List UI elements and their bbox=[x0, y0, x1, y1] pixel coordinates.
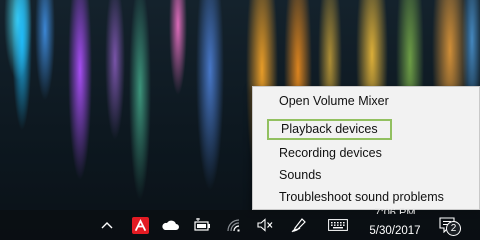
desktop: Open Volume Mixer Playback devices Recor… bbox=[0, 0, 480, 240]
menu-item-playback-devices[interactable]: Playback devices bbox=[267, 119, 392, 140]
network-wifi-icon[interactable] bbox=[225, 210, 243, 240]
clock-time[interactable]: 7:06 PM bbox=[373, 207, 417, 214]
volume-muted-icon[interactable] bbox=[255, 210, 275, 240]
clock-date[interactable]: 5/30/2017 bbox=[364, 224, 426, 238]
menu-item-open-volume-mixer[interactable]: Open Volume Mixer bbox=[267, 91, 401, 112]
touch-keyboard-icon[interactable] bbox=[327, 210, 349, 240]
volume-context-menu: Open Volume Mixer Playback devices Recor… bbox=[252, 86, 480, 210]
avira-antivirus-icon[interactable] bbox=[131, 210, 149, 240]
battery-power-icon[interactable] bbox=[192, 210, 212, 240]
notification-count-badge: 2 bbox=[446, 221, 461, 236]
onedrive-cloud-icon[interactable] bbox=[160, 210, 180, 240]
menu-item-sounds[interactable]: Sounds bbox=[267, 165, 333, 186]
menu-item-troubleshoot-sound-problems[interactable]: Troubleshoot sound problems bbox=[267, 187, 456, 208]
menu-item-recording-devices[interactable]: Recording devices bbox=[267, 143, 394, 164]
pen-workspace-icon[interactable] bbox=[290, 210, 308, 240]
show-hidden-icons-chevron-icon[interactable] bbox=[100, 210, 114, 240]
